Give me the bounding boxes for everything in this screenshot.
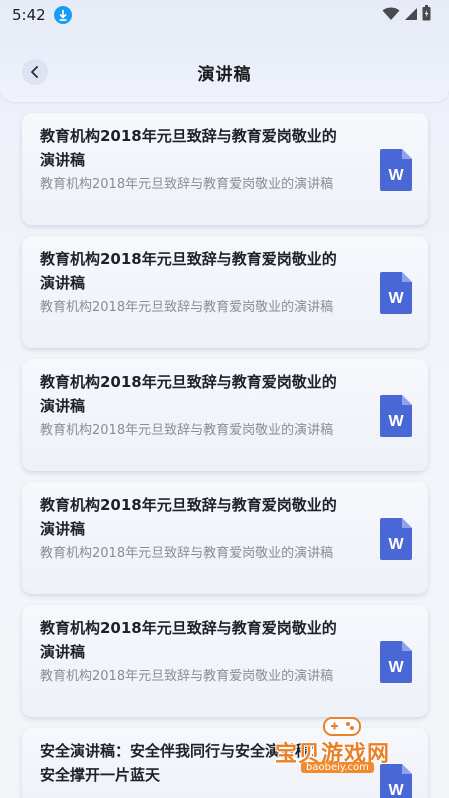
watermark-url: baobeiy.com — [301, 762, 374, 773]
back-chevron-icon — [31, 66, 38, 78]
doc-letter: W — [388, 782, 404, 798]
header-bar: 演讲稿 — [0, 42, 449, 102]
doc-letter: W — [388, 167, 404, 184]
word-doc-icon: W — [380, 518, 412, 560]
item-description: 教育机构2018年元旦致辞与教育爱岗敬业的演讲稿 — [40, 300, 334, 315]
item-description: 教育机构2018年元旦致辞与教育爱岗敬业的演讲稿 — [40, 177, 334, 192]
item-description: 教育机构2018年元旦致辞与教育爱岗敬业的演讲稿 — [40, 546, 334, 561]
doc-letter: W — [388, 413, 404, 430]
list-item[interactable]: 教育机构2018年元旦致辞与教育爱岗敬业的演讲稿 教育机构2018年元旦致辞与教… — [22, 236, 428, 348]
item-title: 教育机构2018年元旦致辞与教育爱岗敬业的演讲稿 — [40, 373, 337, 415]
doc-letter: W — [388, 659, 404, 676]
status-time: 5:42 — [12, 6, 46, 24]
item-title: 教育机构2018年元旦致辞与教育爱岗敬业的演讲稿 — [40, 127, 337, 169]
download-icon — [53, 6, 72, 24]
word-doc-icon: W — [380, 149, 412, 191]
wifi-icon — [382, 6, 400, 25]
list-item[interactable]: 教育机构2018年元旦致辞与教育爱岗敬业的演讲稿 教育机构2018年元旦致辞与教… — [22, 482, 428, 594]
word-doc-icon: W — [380, 641, 412, 683]
doc-letter: W — [388, 536, 404, 553]
page-title: 演讲稿 — [197, 64, 252, 85]
gamepad-icon — [323, 717, 361, 736]
item-title: 教育机构2018年元旦致辞与教育爱岗敬业的演讲稿 — [40, 619, 337, 661]
doc-letter: W — [388, 290, 404, 307]
watermark-logo: 宝贝游戏网 baobeiy.com — [271, 712, 421, 782]
signal-icon — [404, 6, 418, 25]
word-doc-icon: W — [380, 272, 412, 314]
status-bar: 5:42 — [0, 0, 449, 30]
item-title: 教育机构2018年元旦致辞与教育爱岗敬业的演讲稿 — [40, 496, 337, 538]
back-button[interactable] — [22, 59, 48, 85]
word-doc-icon: W — [380, 395, 412, 437]
item-description: 教育机构2018年元旦致辞与教育爱岗敬业的演讲稿 — [40, 669, 334, 684]
item-description: 教育机构2018年元旦致辞与教育爱岗敬业的演讲稿 — [40, 423, 334, 438]
speech-list: 教育机构2018年元旦致辞与教育爱岗敬业的演讲稿 教育机构2018年元旦致辞与教… — [22, 113, 428, 798]
list-item[interactable]: 教育机构2018年元旦致辞与教育爱岗敬业的演讲稿 教育机构2018年元旦致辞与教… — [22, 359, 428, 471]
list-item[interactable]: 教育机构2018年元旦致辞与教育爱岗敬业的演讲稿 教育机构2018年元旦致辞与教… — [22, 113, 428, 225]
item-title: 教育机构2018年元旦致辞与教育爱岗敬业的演讲稿 — [40, 250, 337, 292]
list-item[interactable]: 教育机构2018年元旦致辞与教育爱岗敬业的演讲稿 教育机构2018年元旦致辞与教… — [22, 605, 428, 717]
battery-icon — [422, 5, 431, 25]
